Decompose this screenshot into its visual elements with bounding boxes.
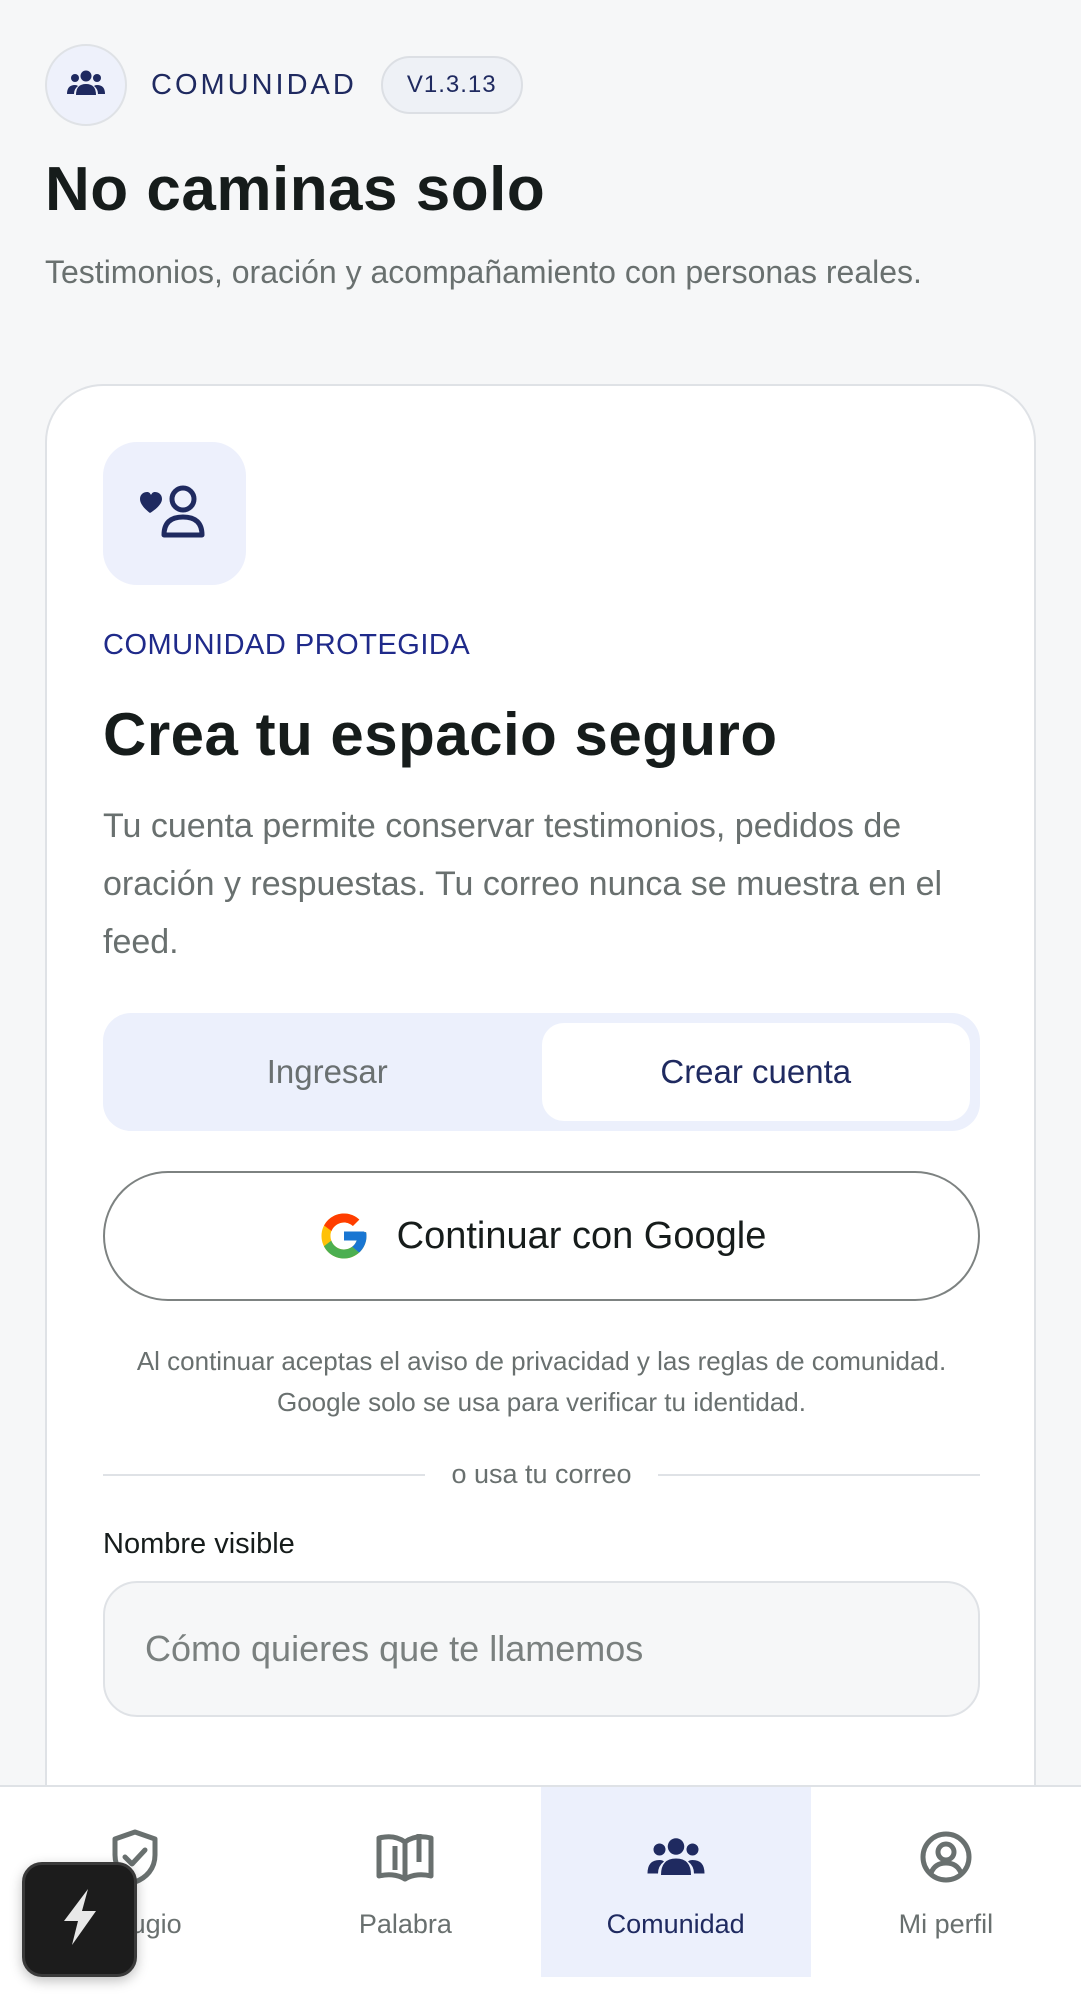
auth-card: COMUNIDAD PROTEGIDA Crea tu espacio segu… <box>45 384 1036 1999</box>
email-divider: o usa tu correo <box>103 1459 981 1490</box>
header-topline: COMUNIDAD V1.3.13 <box>45 44 1035 126</box>
google-signin-button[interactable]: Continuar con Google <box>103 1171 980 1301</box>
tab-ingresar[interactable]: Ingresar <box>113 1023 542 1121</box>
divider-line-left <box>103 1473 426 1476</box>
quick-action-button[interactable] <box>22 1862 137 1977</box>
people-group-icon <box>644 1827 708 1887</box>
card-eyebrow: COMUNIDAD PROTEGIDA <box>103 629 471 661</box>
divider-line-right <box>657 1473 981 1476</box>
version-badge: V1.3.13 <box>380 56 523 114</box>
page-subtitle: Testimonios, oración y acompañamiento co… <box>45 254 922 290</box>
community-badge <box>45 44 127 126</box>
open-book-icon <box>375 1827 435 1887</box>
nav-item-palabra[interactable]: Palabra <box>270 1787 540 1977</box>
nav-label-comunidad: Comunidad <box>606 1909 745 1939</box>
heart-person-icon <box>138 483 212 544</box>
card-description: Tu cuenta permite conservar testimonios,… <box>103 807 943 961</box>
protected-icon-box <box>103 442 246 585</box>
bottom-nav: Refugio Palabra Comunidad <box>0 1785 1081 1999</box>
nav-label-palabra: Palabra <box>358 1909 452 1939</box>
lightning-icon <box>56 1885 104 1954</box>
user-circle-icon <box>919 1827 973 1887</box>
google-button-label: Continuar con Google <box>396 1214 767 1257</box>
legal-notice: Al continuar aceptas el aviso de privaci… <box>136 1346 947 1417</box>
tab-crear-cuenta[interactable]: Crear cuenta <box>541 1023 970 1121</box>
section-label: COMUNIDAD <box>151 68 357 101</box>
nav-label-mi-perfil: Mi perfil <box>898 1909 994 1939</box>
nav-item-comunidad[interactable]: Comunidad <box>540 1787 811 1977</box>
name-field-label: Nombre visible <box>103 1528 295 1560</box>
card-title: Crea tu espacio seguro <box>103 701 778 768</box>
divider-label: o usa tu correo <box>451 1459 632 1489</box>
auth-mode-tabs: Ingresar Crear cuenta <box>103 1013 980 1131</box>
display-name-input[interactable] <box>103 1581 980 1717</box>
page-header: COMUNIDAD V1.3.13 No caminas solo Testim… <box>45 44 1035 297</box>
google-icon <box>317 1209 371 1263</box>
people-group-icon <box>66 69 106 102</box>
page-title: No caminas solo <box>45 155 546 224</box>
nav-item-mi-perfil[interactable]: Mi perfil <box>811 1787 1081 1977</box>
auth-card-content: COMUNIDAD PROTEGIDA Crea tu espacio segu… <box>103 442 981 1717</box>
